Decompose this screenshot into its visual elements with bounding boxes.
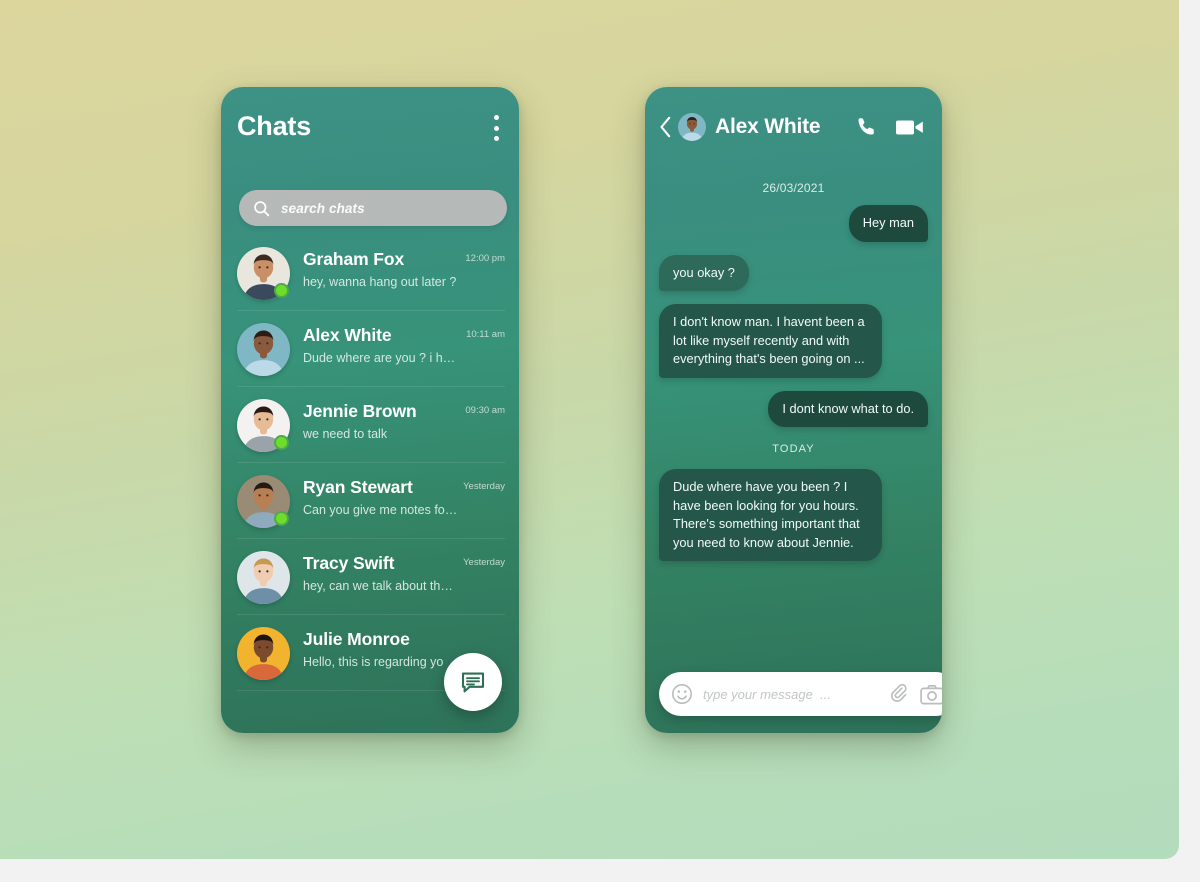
chat-list-item[interactable]: Jennie Brown we need to talk 09:30 am: [221, 387, 519, 463]
chat-item-time: 09:30 am: [465, 405, 505, 416]
chat-item-text: Graham Fox hey, wanna hang out later ?: [303, 245, 461, 291]
chat-list: Graham Fox hey, wanna hang out later ? 12:…: [221, 235, 519, 691]
page-title: Chats: [237, 111, 312, 141]
chat-list-item[interactable]: Alex White Dude where are you ? i have be…: [221, 311, 519, 387]
online-status-dot: [274, 435, 289, 450]
chat-item-text: Jennie Brown we need to talk: [303, 397, 461, 443]
search-icon: [254, 200, 270, 216]
chat-item-name: Jennie Brown: [303, 401, 417, 421]
message-row: Hey man: [659, 205, 928, 242]
messages-today: Dude where have you been ? I have been l…: [659, 469, 928, 561]
julie-monroe-avatar: [237, 627, 290, 680]
chat-item-text: Alex White Dude where are you ? i have be…: [303, 321, 462, 367]
avatar-wrapper: [237, 627, 290, 680]
chat-item-preview: hey, can we talk about the thing t....: [303, 579, 459, 593]
incoming-message-bubble[interactable]: Dude where have you been ? I have been l…: [659, 469, 883, 561]
online-status-dot: [274, 283, 289, 298]
kebab-dot: [494, 125, 499, 131]
chat-item-time: Yesterday: [463, 481, 505, 492]
chats-header: Chats: [221, 87, 519, 173]
kebab-menu-icon[interactable]: [494, 115, 499, 141]
chat-item-time: Yesterday: [463, 557, 505, 568]
chat-item-preview: hey, wanna hang out later ?: [303, 275, 457, 289]
contact-name: Alex White: [715, 115, 821, 138]
avatar-wrapper: [237, 323, 290, 376]
chat-list-item[interactable]: Tracy Swift hey, can we talk about the th…: [221, 539, 519, 615]
today-separator: TODAY: [772, 443, 815, 455]
kebab-dot: [494, 136, 499, 141]
chat-item-text: Tracy Swift hey, can we talk about the th…: [303, 549, 459, 595]
message-row: I don't know man. I havent been a lot li…: [659, 304, 928, 378]
message-composer: [659, 671, 942, 717]
chat-list-item[interactable]: Ryan Stewart Can you give me notes for th…: [221, 463, 519, 539]
chat-item-preview: we need to talk: [303, 427, 388, 441]
chat-item-name: Tracy Swift: [303, 553, 395, 573]
new-chat-icon: [461, 672, 485, 693]
incoming-message-bubble[interactable]: I don't know man. I havent been a lot li…: [659, 304, 883, 378]
chat-item-time: 12:00 pm: [465, 253, 505, 264]
avatar-wrapper: [237, 247, 290, 300]
video-call-icon[interactable]: [895, 116, 925, 138]
camera-icon[interactable]: [920, 684, 942, 705]
avatar-wrapper: [237, 399, 290, 452]
messages-before-today: Hey man you okay ? I don't know man. I hav…: [659, 205, 928, 427]
chat-item-name: Julie Monroe: [303, 629, 410, 649]
message-row: you okay ?: [659, 254, 928, 291]
search-bar[interactable]: [239, 190, 507, 226]
composer-pill[interactable]: [659, 672, 942, 716]
date-separator: 26/03/2021: [762, 181, 825, 195]
chat-item-name: Alex White: [303, 325, 392, 345]
design-canvas: Chats Graham Fox hey, wanna hang out late…: [0, 0, 1179, 859]
back-chevron-icon[interactable]: [659, 116, 672, 138]
tracy-swift-avatar: [237, 551, 290, 604]
emoji-smiley-icon[interactable]: [671, 683, 693, 705]
conversation-phone-screen: Alex White 26/03/2021 Hey man you okay ? I…: [645, 87, 942, 733]
online-status-dot: [274, 511, 289, 526]
chat-item-name: Ryan Stewart: [303, 477, 413, 497]
incoming-message-bubble[interactable]: you okay ?: [659, 254, 749, 291]
phone-call-icon[interactable]: [855, 115, 879, 139]
chats-phone-screen: Chats Graham Fox hey, wanna hang out late…: [221, 87, 519, 733]
search-input[interactable]: [281, 200, 507, 216]
conversation-header: Alex White: [645, 87, 942, 167]
message-row: I dont know what to do.: [659, 390, 928, 427]
avatar-wrapper: [237, 551, 290, 604]
chat-item-name: Graham Fox: [303, 249, 405, 269]
chat-item-preview: Can you give me notes for the AI ...: [303, 503, 459, 517]
message-input[interactable]: [703, 686, 881, 702]
new-chat-fab-button[interactable]: [444, 653, 502, 711]
outgoing-message-bubble[interactable]: I dont know what to do.: [768, 390, 928, 427]
contact-avatar[interactable]: [678, 113, 706, 141]
chat-item-text: Ryan Stewart Can you give me notes for th…: [303, 473, 459, 519]
chat-item-time: 10:11 am: [466, 329, 505, 340]
alex-white-avatar: [237, 323, 290, 376]
message-row: Dude where have you been ? I have been l…: [659, 469, 928, 561]
paperclip-icon[interactable]: [890, 683, 911, 705]
message-thread[interactable]: 26/03/2021 Hey man you okay ? I don't know…: [645, 167, 942, 655]
chat-list-item[interactable]: Graham Fox hey, wanna hang out later ? 12:…: [221, 235, 519, 311]
outgoing-message-bubble[interactable]: Hey man: [848, 205, 928, 242]
avatar-wrapper: [237, 475, 290, 528]
kebab-dot: [494, 115, 499, 120]
chat-item-preview: Dude where are you ? i have been ...: [303, 351, 463, 365]
